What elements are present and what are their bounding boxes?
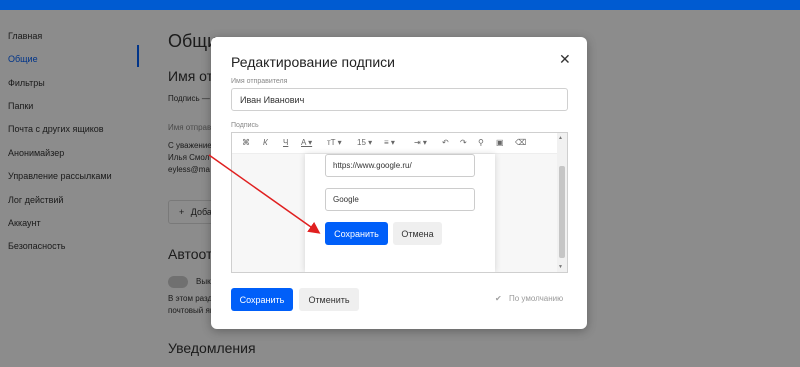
screenshot-text-field: Google: [325, 188, 475, 211]
link-icon[interactable]: ⚲: [478, 138, 484, 147]
signature-label: Подпись: [231, 122, 259, 129]
top-bar: [0, 0, 800, 10]
redo-icon[interactable]: ↷: [460, 138, 467, 147]
sender-name-label: Имя отправителя: [231, 78, 288, 85]
image-icon[interactable]: ▣: [496, 138, 504, 147]
font-family-icon[interactable]: ᴛT ▾: [327, 138, 342, 147]
close-icon[interactable]: ✕: [559, 51, 571, 68]
signature-editor[interactable]: ⌘ К Ч A ▾ ᴛT ▾ 15 ▾ ≡ ▾ ⇥ ▾ ↶ ↷ ⚲ ▣ ⌫ ht…: [231, 132, 568, 273]
sender-name-input[interactable]: Иван Иванович: [231, 88, 568, 111]
clear-format-icon[interactable]: ⌘: [242, 138, 250, 147]
default-signature-label: По умолчанию: [509, 294, 564, 303]
undo-icon[interactable]: ↶: [442, 138, 449, 147]
checkmark-icon[interactable]: ✔: [495, 294, 502, 303]
indent-icon[interactable]: ⇥ ▾: [414, 138, 427, 147]
font-size-dropdown[interactable]: 15 ▾: [357, 138, 372, 147]
editor-scrollbar[interactable]: ▲ ▼: [557, 133, 567, 272]
scroll-down-icon[interactable]: ▼: [558, 264, 563, 270]
scroll-thumb[interactable]: [559, 166, 565, 258]
screenshot-cancel-button: Отмена: [393, 222, 442, 245]
signature-screenshot-panel: https://www.google.ru/ Google Сохранить …: [305, 154, 495, 272]
eraser-icon[interactable]: ⌫: [515, 138, 526, 147]
italic-icon[interactable]: К: [263, 138, 268, 147]
underline-icon[interactable]: Ч: [283, 138, 288, 147]
scroll-up-icon[interactable]: ▲: [558, 135, 563, 141]
align-icon[interactable]: ≡ ▾: [384, 138, 395, 147]
text-color-icon[interactable]: A ▾: [301, 138, 312, 147]
editor-toolbar: ⌘ К Ч A ▾ ᴛT ▾ 15 ▾ ≡ ▾ ⇥ ▾ ↶ ↷ ⚲ ▣ ⌫: [232, 133, 567, 154]
save-button[interactable]: Сохранить: [231, 288, 293, 311]
dialog-title: Редактирование подписи: [231, 54, 395, 70]
cancel-button[interactable]: Отменить: [299, 288, 359, 311]
screenshot-save-button: Сохранить: [325, 222, 388, 245]
signature-image: https://www.google.ru/ Google Сохранить …: [232, 154, 557, 272]
edit-signature-dialog: Редактирование подписи ✕ Имя отправителя…: [211, 37, 587, 329]
font-size-value: 15: [357, 138, 366, 147]
screenshot-url-field: https://www.google.ru/: [325, 154, 475, 177]
